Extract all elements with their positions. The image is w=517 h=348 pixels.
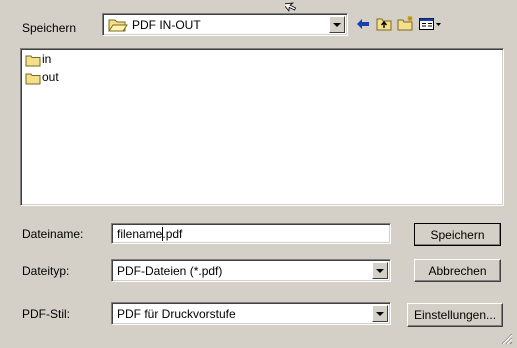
pdf-style-value: PDF für Druckvorstufe [117,306,236,321]
back-arrow-icon[interactable] [353,14,373,34]
filetype-value: PDF-Dateien (*.pdf) [117,263,223,278]
cancel-button[interactable]: Abbrechen [414,259,501,282]
list-item-label: out [42,70,59,84]
chevron-down-icon [333,22,341,27]
folder-icon [25,54,41,66]
text-cursor [162,227,163,241]
chevron-down-icon [376,311,384,316]
save-in-label: Speichern [22,21,77,35]
filetype-select[interactable]: PDF-Dateien (*.pdf) [111,259,391,282]
up-folder-icon[interactable] [374,14,394,34]
filename-value: filename.pdf [117,227,183,241]
resize-grip-icon[interactable] [499,331,513,345]
filetype-dropdown-arrow[interactable] [372,262,388,279]
pdf-style-label: PDF-Stil: [22,307,70,321]
file-list[interactable]: in out [20,48,504,206]
pdf-style-dropdown-arrow[interactable] [372,305,388,322]
settings-button[interactable]: Einstellungen... [407,303,503,327]
folder-icon [25,72,41,84]
list-item[interactable]: out [25,69,59,85]
mouse-cursor-icon [282,0,301,17]
save-in-folder-name: PDF IN-OUT [132,18,201,32]
save-in-combobox[interactable]: PDF IN-OUT [102,13,348,36]
filename-input[interactable]: filename.pdf [111,223,391,244]
list-item[interactable]: in [25,51,51,67]
pdf-style-select[interactable]: PDF für Druckvorstufe [111,302,391,325]
filename-label: Dateiname: [22,227,84,241]
filetype-label: Dateityp: [22,264,70,278]
chevron-down-icon [376,268,384,273]
save-in-dropdown-arrow[interactable] [329,16,345,33]
list-item-label: in [42,52,52,66]
view-menu-icon[interactable] [418,14,444,34]
open-folder-icon [108,18,128,35]
new-folder-icon[interactable] [396,13,416,33]
save-button[interactable]: Speichern [414,223,501,246]
